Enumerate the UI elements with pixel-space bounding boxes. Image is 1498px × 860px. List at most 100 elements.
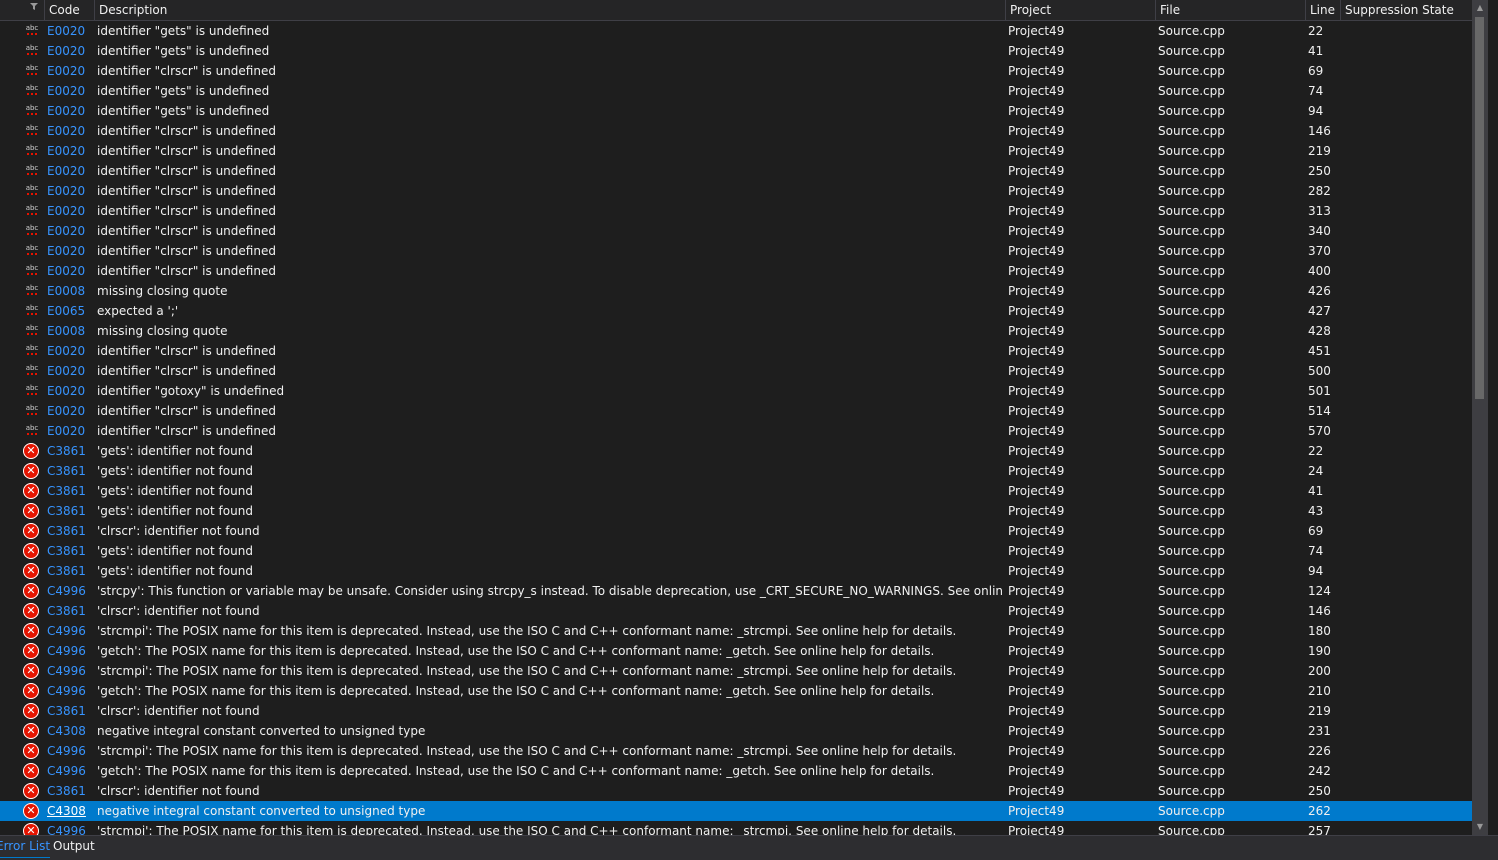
column-header-project[interactable]: Project (1005, 0, 1155, 20)
error-code-link[interactable]: E0020 (47, 401, 95, 421)
table-row[interactable]: ✕ C4996'strcmpi': The POSIX name for this… (0, 661, 1472, 681)
table-row[interactable]: abc E0020 identifier "clrscr" is undefined… (0, 241, 1472, 261)
table-row[interactable]: abc E0020 identifier "clrscr" is undefined… (0, 361, 1472, 381)
table-row[interactable]: abc E0008 missing closing quote Project49 So… (0, 321, 1472, 341)
error-code-link[interactable]: E0020 (47, 241, 95, 261)
column-header-code[interactable]: Code (44, 0, 94, 20)
table-row[interactable]: ✕ C3861'clrscr': identifier not found Proj… (0, 521, 1472, 541)
tab-output[interactable]: Output (53, 837, 95, 857)
error-code-link[interactable]: C4996 (47, 661, 95, 681)
table-row[interactable]: ✕ C3861'gets': identifier not found Projec… (0, 461, 1472, 481)
table-row[interactable]: abc E0020 identifier "clrscr" is undefined… (0, 401, 1472, 421)
error-code-link[interactable]: E0020 (47, 381, 95, 401)
table-row[interactable]: ✕ C3861'gets': identifier not found Projec… (0, 501, 1472, 521)
intellisense-error-icon: abc (25, 44, 39, 56)
table-row[interactable]: ✕ C4996'getch': The POSIX name for this i… (0, 681, 1472, 701)
error-code-link[interactable]: C4996 (47, 641, 95, 661)
error-code-link[interactable]: C3861 (47, 481, 95, 501)
error-code-link[interactable]: C4308 (47, 801, 95, 821)
table-row[interactable]: abc E0020 identifier "gets" is undefined Pr… (0, 41, 1472, 61)
error-code-link[interactable]: E0020 (47, 121, 95, 141)
table-row[interactable]: abc E0020 identifier "gets" is undefined Pr… (0, 81, 1472, 101)
error-code-link[interactable]: C3861 (47, 541, 95, 561)
table-row[interactable]: ✕ C4996'strcmpi': The POSIX name for this… (0, 821, 1472, 835)
table-row[interactable]: abc E0020 identifier "gets" is undefined Pr… (0, 101, 1472, 121)
table-row[interactable]: ✕ C3861'gets': identifier not found Projec… (0, 561, 1472, 581)
column-header-icon[interactable] (0, 0, 44, 20)
error-code-link[interactable]: E0020 (47, 341, 95, 361)
table-row[interactable]: ✕ C4308 negative integral constant convert… (0, 801, 1472, 821)
table-row[interactable]: abc E0008 missing closing quote Project49 So… (0, 281, 1472, 301)
table-row[interactable]: abc E0020 identifier "clrscr" is undefined… (0, 121, 1472, 141)
table-row[interactable]: abc E0020 identifier "clrscr" is undefined… (0, 161, 1472, 181)
error-code-link[interactable]: C4308 (47, 721, 95, 741)
table-row[interactable]: abc E0020 identifier "clrscr" is undefined… (0, 141, 1472, 161)
table-row[interactable]: abc E0065 expected a ';' Project49 Source.cp… (0, 301, 1472, 321)
table-row[interactable]: ✕ C4996'getch': The POSIX name for this i… (0, 761, 1472, 781)
table-row[interactable]: abc E0020 identifier "gotoxy" is undefined… (0, 381, 1472, 401)
table-row[interactable]: abc E0020 identifier "gets" is undefined Pr… (0, 21, 1472, 41)
table-row[interactable]: ✕ C4996'getch': The POSIX name for this i… (0, 641, 1472, 661)
error-description: identifier "clrscr" is undefined (97, 124, 276, 138)
error-code-link[interactable]: E0020 (47, 221, 95, 241)
column-header-description[interactable]: Description (94, 0, 1005, 20)
table-row[interactable]: ✕ C3861'gets': identifier not found Projec… (0, 481, 1472, 501)
scroll-down-arrow-icon[interactable]: ▼ (1472, 819, 1488, 835)
error-code-link[interactable]: E0020 (47, 61, 95, 81)
table-row[interactable]: ✕ C3861'clrscr': identifier not found Proj… (0, 701, 1472, 721)
error-code-link[interactable]: C3861 (47, 561, 95, 581)
error-code-link[interactable]: E0020 (47, 161, 95, 181)
error-code-link[interactable]: E0020 (47, 181, 95, 201)
error-code-link[interactable]: C3861 (47, 781, 95, 801)
table-row[interactable]: ✕ C4308 negative integral constant convert… (0, 721, 1472, 741)
error-code-link[interactable]: E0008 (47, 281, 95, 301)
error-code-link[interactable]: C4996 (47, 741, 95, 761)
column-header-line[interactable]: Line (1305, 0, 1340, 20)
scrollbar-thumb[interactable] (1475, 17, 1484, 399)
error-code-link[interactable]: E0065 (47, 301, 95, 321)
error-code-link[interactable]: C4996 (47, 821, 95, 835)
error-code-link[interactable]: E0020 (47, 421, 95, 441)
error-code-link[interactable]: C3861 (47, 441, 95, 461)
error-code-link[interactable]: E0020 (47, 101, 95, 121)
table-row[interactable]: ✕ C3861'clrscr': identifier not found Proj… (0, 781, 1472, 801)
error-project: Project49 (1008, 224, 1065, 238)
error-code-link[interactable]: C4996 (47, 681, 95, 701)
table-row[interactable]: ✕ C4996'strcpy': This function or variabl… (0, 581, 1472, 601)
table-row[interactable]: abc E0020 identifier "clrscr" is undefined… (0, 201, 1472, 221)
filter-icon[interactable] (30, 3, 38, 11)
error-code-link[interactable]: E0020 (47, 261, 95, 281)
tab-error-list[interactable]: Error List (0, 837, 51, 858)
error-code-link[interactable]: E0020 (47, 21, 95, 41)
table-row[interactable]: abc E0020 identifier "clrscr" is undefined… (0, 261, 1472, 281)
table-row[interactable]: abc E0020 identifier "clrscr" is undefined… (0, 181, 1472, 201)
table-row[interactable]: abc E0020 identifier "clrscr" is undefined… (0, 61, 1472, 81)
error-code-link[interactable]: C4996 (47, 581, 95, 601)
error-code-link[interactable]: C3861 (47, 601, 95, 621)
error-code-link[interactable]: C4996 (47, 761, 95, 781)
error-code-link[interactable]: E0020 (47, 41, 95, 61)
error-line: 219 (1308, 704, 1331, 718)
scroll-up-arrow-icon[interactable]: ▲ (1472, 0, 1488, 16)
error-code-link[interactable]: C3861 (47, 521, 95, 541)
column-header-suppression-state[interactable]: Suppression State (1340, 0, 1466, 20)
column-header-file[interactable]: File (1155, 0, 1305, 20)
error-code-link[interactable]: C3861 (47, 461, 95, 481)
table-row[interactable]: ✕ C3861'clrscr': identifier not found Proj… (0, 601, 1472, 621)
error-code-link[interactable]: E0020 (47, 81, 95, 101)
table-row[interactable]: abc E0020 identifier "clrscr" is undefined… (0, 221, 1472, 241)
error-code-link[interactable]: E0020 (47, 141, 95, 161)
error-code-link[interactable]: E0020 (47, 361, 95, 381)
table-row[interactable]: abc E0020 identifier "clrscr" is undefined… (0, 341, 1472, 361)
table-row[interactable]: abc E0020 identifier "clrscr" is undefined… (0, 421, 1472, 441)
error-code-link[interactable]: E0020 (47, 201, 95, 221)
error-code-link[interactable]: E0008 (47, 321, 95, 341)
table-row[interactable]: ✕ C4996'strcmpi': The POSIX name for this… (0, 621, 1472, 641)
error-code-link[interactable]: C3861 (47, 701, 95, 721)
table-row[interactable]: ✕ C3861'gets': identifier not found Projec… (0, 441, 1472, 461)
error-code-link[interactable]: C4996 (47, 621, 95, 641)
error-code-link[interactable]: C3861 (47, 501, 95, 521)
vertical-scrollbar[interactable]: ▲ ▼ (1472, 0, 1488, 835)
table-row[interactable]: ✕ C3861'gets': identifier not found Projec… (0, 541, 1472, 561)
table-row[interactable]: ✕ C4996'strcmpi': The POSIX name for this… (0, 741, 1472, 761)
